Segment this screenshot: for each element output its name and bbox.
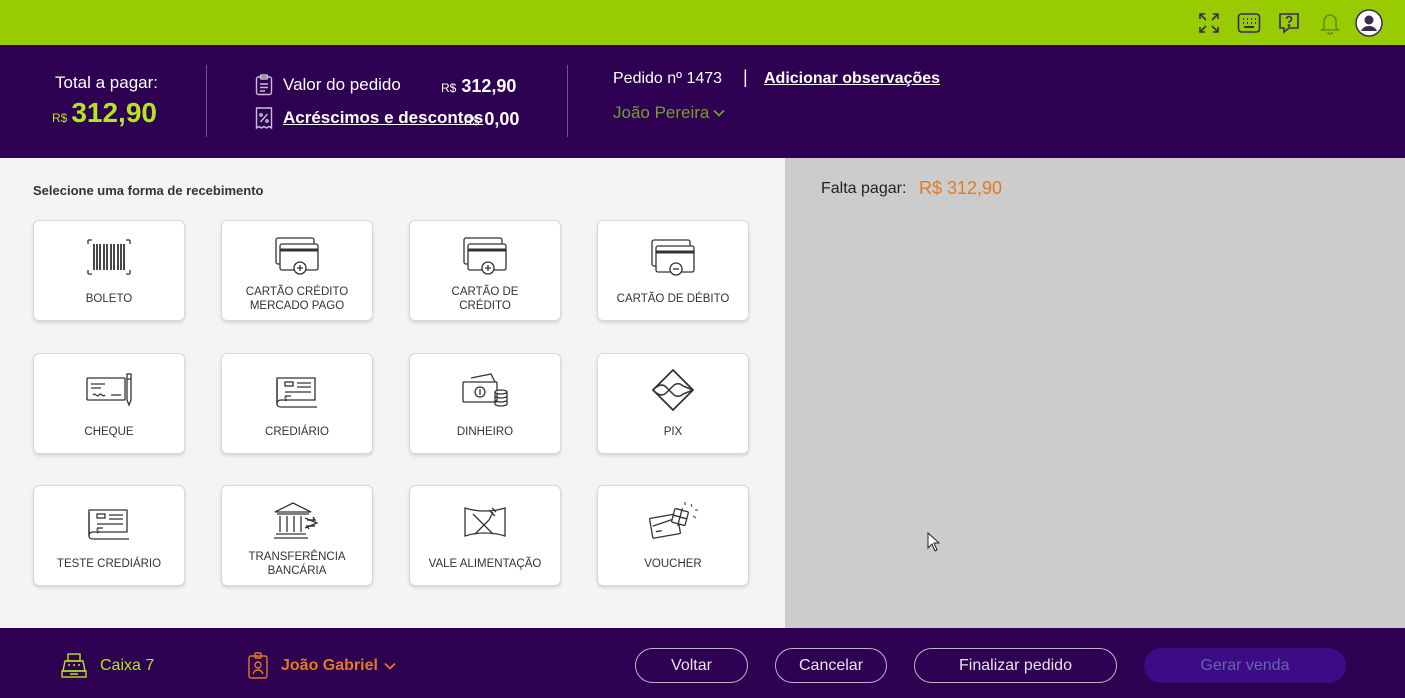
- chevron-down-icon: [384, 662, 396, 670]
- clipboard-icon: [255, 74, 273, 96]
- total-value: R$ 312,90: [52, 97, 157, 128]
- order-number: Pedido nº 1473: [613, 70, 723, 87]
- remaining-label: Falta pagar:: [821, 180, 907, 197]
- payment-method-transferencia-bancaria[interactable]: TRANSFERÊNCIA BANCÁRIA: [221, 485, 373, 586]
- acrescimos-value: R$ 0,00: [464, 109, 520, 129]
- barcode-icon: [83, 235, 135, 279]
- payment-method-teste-crediario[interactable]: $ TESTE CREDIÁRIO: [33, 485, 185, 586]
- remaining-value: R$ 312,90: [919, 178, 1003, 198]
- cash-register-indicator: Caixa 7: [60, 652, 154, 680]
- payment-method-label: CARTÃO CRÉDITO: [245, 286, 349, 298]
- add-observations-link[interactable]: Adicionar observações: [764, 70, 940, 88]
- credit-card-plus-icon: [459, 235, 511, 279]
- acrescimos-row: Acréscimos e descontos: [255, 106, 483, 130]
- chevron-down-icon: [713, 109, 726, 117]
- section-title: Selecione uma forma de recebimento: [33, 183, 264, 198]
- payment-method-cartao-de-debito[interactable]: CARTÃO DE DÉBITO: [597, 220, 749, 321]
- payment-method-label: CHEQUE: [84, 426, 134, 438]
- operator-name: João Gabriel: [281, 657, 378, 674]
- payment-method-label: VOUCHER: [644, 558, 702, 570]
- payment-method-label: CARTÃO DE: [451, 286, 519, 298]
- payment-method-pix[interactable]: PIX: [597, 353, 749, 454]
- bank-transfer-icon: [271, 500, 323, 544]
- payment-method-dinheiro[interactable]: DINHEIRO: [409, 353, 561, 454]
- divider: [567, 65, 568, 137]
- payment-method-label: DINHEIRO: [456, 426, 514, 438]
- payment-method-panel: Selecione uma forma de recebimento BOLET…: [0, 158, 785, 628]
- cancelar-button[interactable]: Cancelar: [775, 648, 887, 683]
- percent-tag-icon: [255, 107, 273, 130]
- fullscreen-icon[interactable]: [1196, 10, 1222, 36]
- payment-method-boleto[interactable]: BOLETO: [33, 220, 185, 321]
- help-chat-icon[interactable]: [1276, 10, 1302, 36]
- finalizar-pedido-button[interactable]: Finalizar pedido: [914, 648, 1117, 683]
- order-summary-header: Total a pagar: R$ 312,90 Valor do pedido …: [0, 45, 1405, 158]
- payment-method-label: CREDIÁRIO: [265, 426, 329, 438]
- payment-method-crediario[interactable]: $ CREDIÁRIO: [221, 353, 373, 454]
- total-label: Total a pagar:: [55, 73, 159, 92]
- payment-method-voucher[interactable]: VOUCHER: [597, 485, 749, 586]
- footer-bar: Caixa 7 João Gabriel Voltar Cancelar Fin…: [0, 628, 1405, 698]
- crediario-icon: $: [83, 500, 135, 544]
- payment-method-label: CRÉDITO: [459, 300, 511, 312]
- payment-method-cartao-de-credito[interactable]: CARTÃO DE CRÉDITO: [409, 220, 561, 321]
- payment-method-label: PIX: [663, 426, 683, 438]
- gift-card-icon: [647, 500, 699, 544]
- payment-method-cartao-credito-mercado-pago[interactable]: CARTÃO CRÉDITO MERCADO PAGO: [221, 220, 373, 321]
- credit-card-plus-icon: [271, 235, 323, 279]
- fork-knife-icon: [459, 500, 511, 544]
- client-selector[interactable]: João Pereira: [613, 103, 726, 123]
- payment-method-label: MERCADO PAGO: [249, 300, 345, 312]
- id-badge-icon: [248, 652, 268, 679]
- pix-icon: [647, 368, 699, 412]
- cash-coins-icon: [459, 368, 511, 412]
- operator-selector[interactable]: João Gabriel: [247, 652, 396, 680]
- payment-method-label: TESTE CREDIÁRIO: [56, 558, 162, 570]
- user-avatar-icon[interactable]: [1354, 8, 1384, 38]
- gerar-venda-button[interactable]: Gerar venda: [1144, 648, 1346, 683]
- divider: [206, 65, 207, 137]
- mouse-cursor-icon: [927, 532, 941, 552]
- valor-pedido-label: Valor do pedido: [283, 75, 401, 94]
- voltar-button[interactable]: Voltar: [635, 648, 748, 683]
- payment-method-label: TRANSFERÊNCIA: [248, 551, 346, 563]
- acrescimos-link[interactable]: Acréscimos e descontos: [283, 108, 483, 128]
- payment-method-label: BANCÁRIA: [267, 565, 327, 577]
- crediario-icon: $: [271, 368, 323, 412]
- bell-icon[interactable]: [1317, 10, 1343, 36]
- caixa-label: Caixa 7: [100, 657, 155, 674]
- valor-pedido-row: Valor do pedido: [255, 74, 401, 96]
- payment-method-cheque[interactable]: CHEQUE: [33, 353, 185, 454]
- keyboard-icon[interactable]: [1236, 10, 1262, 36]
- client-name: João Pereira: [613, 103, 710, 122]
- cheque-pen-icon: [83, 368, 135, 412]
- valor-pedido-value: R$ 312,90: [441, 76, 517, 96]
- separator-pipe: |: [743, 67, 748, 87]
- payment-method-label: BOLETO: [85, 293, 133, 305]
- debit-card-minus-icon: [647, 235, 699, 279]
- payment-method-label: VALE ALIMENTAÇÃO: [428, 558, 542, 570]
- cash-register-icon: [61, 653, 87, 678]
- payment-summary-panel: Falta pagar: R$ 312,90: [785, 158, 1405, 628]
- payment-method-vale-alimentacao[interactable]: VALE ALIMENTAÇÃO: [409, 485, 561, 586]
- top-bar: [0, 0, 1405, 45]
- payment-method-label: CARTÃO DE DÉBITO: [616, 293, 730, 305]
